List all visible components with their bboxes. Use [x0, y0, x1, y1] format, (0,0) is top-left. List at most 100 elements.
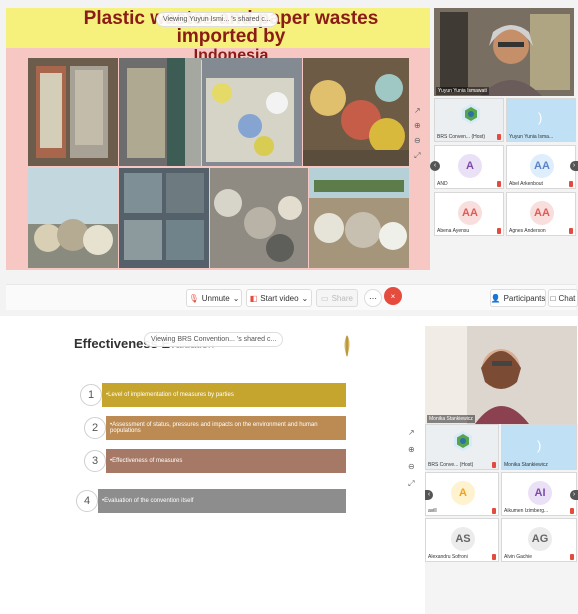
avatar: AS: [451, 527, 475, 551]
annotation-tool-rail: ↗ ⊕ ⊖ ⤢: [414, 106, 421, 161]
avatar: AA: [458, 201, 482, 225]
shared-screen-slide: Effectiveness Evaluation Viewing BRS Con…: [0, 316, 405, 614]
chevron-down-icon: ⌄: [232, 293, 240, 303]
previous-page-arrow-icon[interactable]: ‹: [430, 161, 440, 171]
audio-wave-icon: ): [537, 438, 542, 453]
unmute-button[interactable]: 🎙 Unmute ⌄: [186, 289, 242, 307]
mic-muted-icon: [492, 554, 496, 560]
participant-name: Yuyun Yunia Isma...: [509, 134, 554, 140]
avatar: AG: [528, 527, 552, 551]
zoom-out-icon[interactable]: ⊖: [408, 462, 415, 471]
participant-tile-speaker[interactable]: ) Yuyun Yunia Isma...: [506, 98, 576, 142]
mic-muted-icon: [492, 462, 496, 468]
mic-muted-icon: [497, 181, 501, 187]
evaluation-item-bar: •Effectiveness of measures: [106, 449, 346, 473]
bottom-meeting-window: ○ Effectiveness Evaluation Viewing BRS C…: [0, 316, 578, 614]
evaluation-item-bar: •Evaluation of the convention itself: [98, 489, 346, 513]
viewing-shared-screen-pill[interactable]: Viewing Yuyun Ismi... 's shared c...: [156, 12, 278, 27]
avatar: A: [458, 154, 482, 178]
audio-wave-icon: ): [538, 110, 543, 125]
participant-tile-abena[interactable]: AA Abena Ayensu: [434, 192, 504, 236]
chat-button[interactable]: □ Chat: [548, 289, 578, 307]
evaluation-item-bar: •Level of implementation of measures by …: [102, 383, 346, 407]
brs-convention-logo-icon: [462, 104, 480, 124]
pointer-icon[interactable]: ↗: [414, 106, 421, 115]
microphone-icon: 🎙: [188, 293, 199, 303]
participant-tile-aikumen[interactable]: AI Aikumen Izimberg...: [501, 472, 577, 516]
photo-container-8: [309, 168, 409, 268]
waste-pile-image-4: [303, 58, 409, 166]
photo-container-4: [303, 58, 409, 166]
chat-label: Chat: [558, 293, 576, 303]
waste-bags-image-5: [28, 168, 118, 268]
chat-icon: □: [550, 293, 556, 303]
participant-tile-host[interactable]: BRS Conve... (Host): [425, 424, 499, 470]
participant-tile-host[interactable]: BRS Conven... (Host): [434, 98, 504, 142]
zoom-out-icon[interactable]: ⊖: [414, 136, 421, 145]
participant-gallery: BRS Conve... (Host) ) Monika Stankiewicz…: [425, 424, 578, 614]
mic-muted-icon: [569, 181, 573, 187]
zoom-in-icon[interactable]: ⊕: [414, 121, 421, 130]
camera-icon: ◧: [249, 293, 258, 303]
feather-decoration-icon: [344, 335, 350, 357]
item-number-badge: 1: [80, 384, 102, 406]
more-options-button[interactable]: ⋯: [364, 289, 382, 307]
mic-muted-icon: [497, 134, 501, 140]
next-page-arrow-icon[interactable]: ›: [570, 161, 578, 171]
mic-muted-icon: [570, 508, 574, 514]
participant-name: Aikumen Izimberg...: [504, 508, 549, 514]
chevron-down-icon: ⌄: [301, 293, 309, 303]
share-label: Share: [331, 293, 353, 303]
participant-name: Abel Arkenbout: [509, 181, 543, 187]
participant-tile-abel[interactable]: AA Abel Arkenbout: [506, 145, 576, 189]
close-icon: ×: [390, 291, 396, 301]
shared-screen-slide: Plastic wastes and paper wastes imported…: [6, 8, 430, 270]
avatar: AA: [530, 154, 554, 178]
share-screen-icon: ▭: [321, 293, 329, 303]
photo-container-5: [28, 168, 118, 268]
leave-meeting-button[interactable]: ×: [384, 287, 402, 305]
mic-muted-icon: [570, 554, 574, 560]
photo-container-1: [28, 58, 118, 166]
meeting-control-bar: 🎙 Unmute ⌄ ◧ Start video ⌄ ▭ Share ⋯ × 👤…: [6, 284, 578, 310]
participant-name: Alvin Gachie: [504, 554, 533, 560]
speaker-video-tile[interactable]: Monika Stankiewicz: [425, 326, 577, 424]
photo-container-6: [119, 168, 209, 268]
unmute-label: Unmute: [201, 293, 230, 303]
participant-tile-and[interactable]: A AND: [434, 145, 504, 189]
waste-container-image-2: [119, 58, 201, 166]
viewing-shared-screen-pill[interactable]: Viewing BRS Convention... 's shared c...: [144, 332, 284, 347]
mic-muted-icon: [497, 228, 501, 234]
item-number-badge: 4: [76, 490, 98, 512]
share-button[interactable]: ▭ Share: [316, 289, 358, 307]
evaluation-item-bar: •Assessment of status, pressures and imp…: [106, 416, 346, 440]
fit-icon[interactable]: ⤢: [414, 151, 420, 161]
zoom-in-icon[interactable]: ⊕: [408, 445, 415, 454]
more-icon: ⋯: [369, 293, 377, 303]
participants-button[interactable]: 👤 Participants: [490, 289, 546, 307]
speaker-video-tile[interactable]: Yuyun Yunia Ismawati: [434, 8, 574, 96]
waste-container-image-1: [28, 58, 118, 166]
participant-tile-avill[interactable]: A avill: [425, 472, 499, 516]
mic-muted-icon: [569, 228, 573, 234]
item-number-badge: 3: [84, 450, 106, 472]
start-video-label: Start video: [260, 293, 299, 303]
photo-container-7: [210, 168, 308, 268]
speaker-video-image: [434, 8, 574, 96]
participant-tile-speaker[interactable]: ) Monika Stankiewicz: [501, 424, 577, 470]
next-page-arrow-icon[interactable]: ›: [570, 490, 578, 500]
fit-icon[interactable]: ⤢: [408, 479, 414, 489]
pointer-icon[interactable]: ↗: [408, 428, 415, 437]
participant-tile-alexandru[interactable]: AS Alexandru Sofroni: [425, 518, 499, 562]
participants-label: Participants: [503, 293, 546, 303]
participant-name: Alexandru Sofroni: [428, 554, 468, 560]
top-meeting-window: ○ Plastic wastes and paper wastes import…: [0, 0, 578, 316]
participant-name: Monika Stankiewicz: [504, 462, 548, 468]
participant-tile-alvin[interactable]: AG Alvin Gachie: [501, 518, 577, 562]
participant-name: AND: [437, 181, 448, 187]
start-video-button[interactable]: ◧ Start video ⌄: [246, 289, 312, 307]
participant-tile-agnes[interactable]: AA Agnes Anderson: [506, 192, 576, 236]
photo-container-3: [202, 58, 302, 166]
compressed-bales-image-6: [119, 168, 209, 268]
participant-name: Abena Ayensu: [437, 228, 470, 234]
